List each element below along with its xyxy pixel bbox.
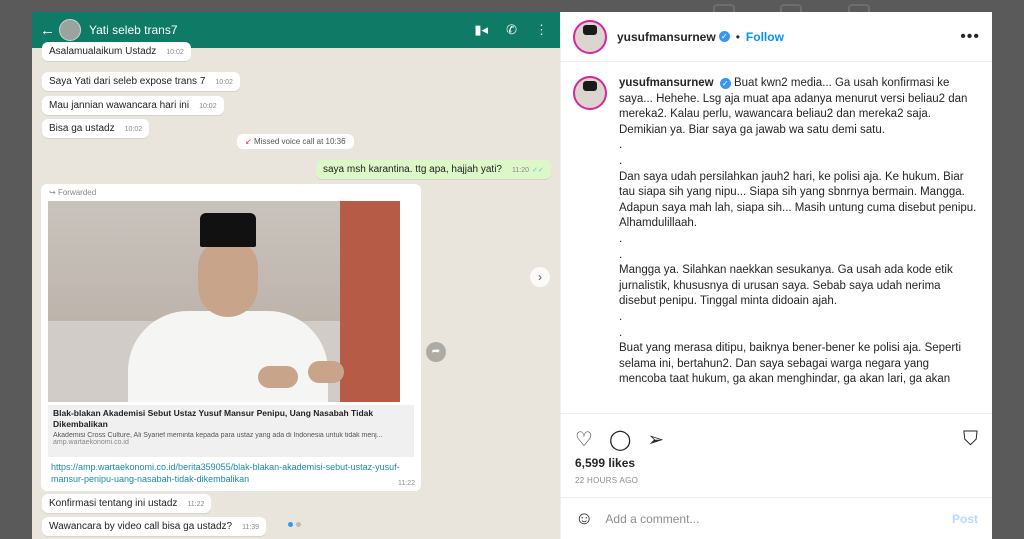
emoji-icon[interactable]: ☺	[575, 508, 593, 529]
author-username[interactable]: yusufmansurnew	[617, 30, 716, 44]
chat-message: Konfirmasi tentang ini ustadz 11:22	[42, 494, 212, 513]
caption-author-avatar[interactable]	[573, 76, 607, 110]
read-ticks-icon: ✓✓	[532, 167, 544, 174]
post-info-panel: yusufmansurnew ✓ • Follow ••• yusufmansu…	[560, 12, 992, 539]
message-time: 11:20	[512, 167, 529, 174]
wa-contact-name: Yati seleb trans7	[89, 23, 178, 37]
like-heart-icon[interactable]: ♡	[575, 427, 593, 452]
message-time: 10:02	[124, 126, 143, 133]
message-text: Saya Yati dari seleb expose trans 7	[49, 76, 206, 87]
link-preview: Blak-blakan Akademisi Sebut Ustaz Yusuf …	[48, 405, 414, 457]
chat-message: Asalamualaikum Ustadz 10:02	[42, 42, 191, 61]
link-preview-title: Blak-blakan Akademisi Sebut Ustaz Yusuf …	[53, 408, 374, 429]
chat-message: Bisa ga ustadz 10:02	[42, 119, 150, 138]
save-bookmark-icon[interactable]: ⛉	[963, 428, 978, 451]
kebab-menu-icon: ⋮	[535, 22, 548, 37]
message-text: Konfirmasi tentang ini ustadz	[49, 498, 178, 509]
comment-bar: ☺ Post	[561, 497, 992, 539]
post-modal: ← Yati seleb trans7 ▮◂ ✆ ⋮ Asalamualaiku…	[32, 12, 992, 539]
caption-line: Buat yang merasa ditipu, baiknya bener-b…	[619, 342, 962, 386]
share-paper-plane-icon[interactable]: ➢	[647, 427, 664, 452]
chat-message: Wawancara by video call bisa ga ustadz? 1…	[42, 517, 267, 536]
caption-line: Dan saya udah persilahkan jauh2 hari, ke…	[619, 170, 977, 230]
carousel-dots	[288, 522, 301, 527]
wa-chat-area: Asalamualaikum Ustadz 10:02 Saya Yati dar…	[32, 42, 560, 539]
likes-count[interactable]: 6,599 likes	[561, 454, 992, 470]
follow-button[interactable]: Follow	[746, 30, 784, 44]
caption-line: .	[619, 232, 623, 245]
caption-line: .	[619, 310, 623, 323]
message-time: 11:22	[398, 480, 415, 487]
link-url: https://amp.wartaekonomi.co.id/berita359…	[51, 462, 400, 484]
chat-message-outgoing: saya msh karantina. ttg apa, hajjah yati…	[316, 160, 551, 179]
missed-call-text: Missed voice call at 10:36	[253, 137, 346, 146]
missed-call-icon: ↙	[245, 137, 252, 146]
forwarded-link-message: ↪ Forwarded Blak-blakan Akademisi Sebut …	[41, 184, 421, 491]
phone-icon: ✆	[506, 22, 517, 37]
verified-badge-icon: ✓	[718, 31, 730, 42]
carousel-dot-active	[288, 522, 293, 527]
comment-input[interactable]	[605, 511, 952, 526]
caption-text: yusufmansurnew ✓ Buat kwn2 media... Ga u…	[619, 76, 979, 413]
post-comment-button[interactable]: Post	[952, 512, 978, 526]
caption-line: .	[619, 139, 623, 152]
link-preview-description: Akademisi Cross Culture, Ali Syarief mem…	[53, 432, 383, 439]
comment-bubble-icon[interactable]: ◯	[609, 427, 631, 452]
post-timestamp[interactable]: 22 HOURS AGO	[561, 470, 992, 485]
message-time: 10:02	[199, 103, 217, 110]
message-text: Wawancara by video call bisa ga ustadz?	[49, 521, 233, 532]
message-text: saya msh karantina. ttg apa, hajjah yati…	[323, 164, 502, 175]
carousel-dot	[296, 522, 301, 527]
message-text: Mau jannian wawancara hari ini	[49, 100, 190, 111]
back-arrow-icon: ←	[40, 21, 55, 39]
link-preview-photo	[48, 201, 400, 402]
chat-message: Mau jannian wawancara hari ini 10:02	[42, 96, 224, 115]
separator-dot: •	[735, 29, 740, 44]
caption-line: .	[619, 248, 623, 261]
next-image-button[interactable]: ›	[530, 267, 550, 287]
chat-message: Saya Yati dari seleb expose trans 7 10:02	[42, 72, 240, 91]
share-icon: ➦	[426, 342, 446, 362]
caption-line: .	[619, 154, 623, 167]
missed-call-notice: ↙ Missed voice call at 10:36	[237, 134, 354, 149]
post-caption: yusufmansurnew ✓ Buat kwn2 media... Ga u…	[561, 62, 992, 413]
author-avatar[interactable]	[573, 19, 607, 54]
link-preview-domain: amp.wartaekonomi.co.id	[53, 439, 129, 446]
post-actions-section: ♡ ◯ ➢ ⛉ 6,599 likes 22 HOURS AGO ☺ Post	[561, 413, 992, 539]
caption-line: .	[619, 326, 623, 339]
forwarded-label: ↪ Forwarded	[49, 188, 97, 197]
more-options-icon[interactable]: •••	[960, 28, 980, 46]
post-media-screenshot: ← Yati seleb trans7 ▮◂ ✆ ⋮ Asalamualaiku…	[32, 12, 560, 539]
message-text: Asalamualaikum Ustadz	[49, 46, 157, 57]
message-time: 10:02	[215, 79, 233, 86]
message-time: 11:22	[187, 501, 205, 508]
caption-username[interactable]: yusufmansurnew	[619, 77, 714, 89]
action-buttons-row: ♡ ◯ ➢ ⛉	[561, 414, 992, 454]
wa-contact-avatar	[59, 19, 81, 41]
message-time: 11:39	[242, 524, 260, 531]
verified-badge-icon: ✓	[719, 78, 731, 89]
message-text: Bisa ga ustadz	[49, 123, 115, 134]
post-header: yusufmansurnew ✓ • Follow •••	[561, 12, 992, 62]
caption-line: Mangga ya. Silahkan naekkan sesukanya. G…	[619, 264, 953, 308]
message-time: 10:02	[166, 49, 184, 56]
video-call-icon: ▮◂	[474, 22, 489, 37]
